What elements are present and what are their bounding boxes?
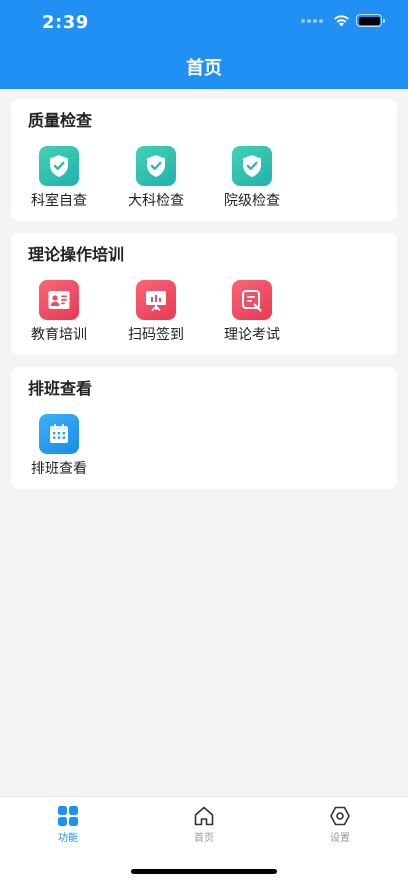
tab-label: 功能 [58, 833, 78, 844]
item-label: 理论考试 [224, 327, 280, 343]
tab-home[interactable]: 首页 [164, 805, 244, 844]
shield-check-icon [136, 146, 176, 186]
item-label: 排班查看 [31, 461, 87, 477]
tab-functions[interactable]: 功能 [28, 805, 108, 844]
item-scan-checkin[interactable]: 扫码签到 [116, 280, 196, 344]
shield-check-icon [39, 146, 79, 186]
exam-edit-icon [232, 280, 272, 320]
section-title: 排班查看 [28, 379, 93, 398]
section-title: 理论操作培训 [28, 245, 125, 264]
section-quality-check: 质量检查 科室自查 大科检查 院级检查 [11, 99, 397, 221]
wifi-icon [334, 15, 349, 27]
section-theory-training: 理论操作培训 教育培训 扫码签到 理论考试 [11, 233, 397, 355]
presentation-board-icon [136, 280, 176, 320]
item-label: 扫码签到 [128, 327, 184, 343]
item-label: 科室自查 [31, 193, 87, 209]
item-dept-self-check[interactable]: 科室自查 [19, 146, 99, 210]
item-theory-exam[interactable]: 理论考试 [212, 280, 292, 344]
tab-label: 设置 [330, 833, 350, 844]
item-label: 院级检查 [224, 193, 280, 209]
app-screen: 2:39 首页 质量检查 科室自查 大科检查 院级检查 理论操作培训 教育培训 … [0, 0, 408, 883]
cellular-signal-icon [301, 18, 323, 23]
item-hospital-check[interactable]: 院级检查 [212, 146, 292, 210]
grid-icon [58, 806, 78, 826]
home-indicator[interactable] [131, 869, 277, 874]
item-label: 大科检查 [128, 193, 184, 209]
item-major-dept-check[interactable]: 大科检查 [116, 146, 196, 210]
id-card-icon [39, 280, 79, 320]
section-title: 质量检查 [28, 111, 93, 130]
page-title: 首页 [186, 58, 222, 79]
hexagon-settings-icon [330, 806, 350, 826]
item-schedule-view[interactable]: 排班查看 [19, 414, 99, 478]
item-education-training[interactable]: 教育培训 [19, 280, 99, 344]
home-icon [194, 806, 214, 826]
status-indicators [301, 14, 385, 27]
tab-label: 首页 [194, 833, 214, 844]
battery-icon [356, 14, 385, 27]
tab-settings[interactable]: 设置 [300, 805, 380, 844]
header-bar: 2:39 首页 [0, 0, 408, 89]
calendar-icon [39, 414, 79, 454]
shield-check-icon [232, 146, 272, 186]
section-schedule: 排班查看 排班查看 [11, 367, 397, 489]
status-time: 2:39 [42, 12, 89, 33]
item-label: 教育培训 [31, 327, 87, 343]
